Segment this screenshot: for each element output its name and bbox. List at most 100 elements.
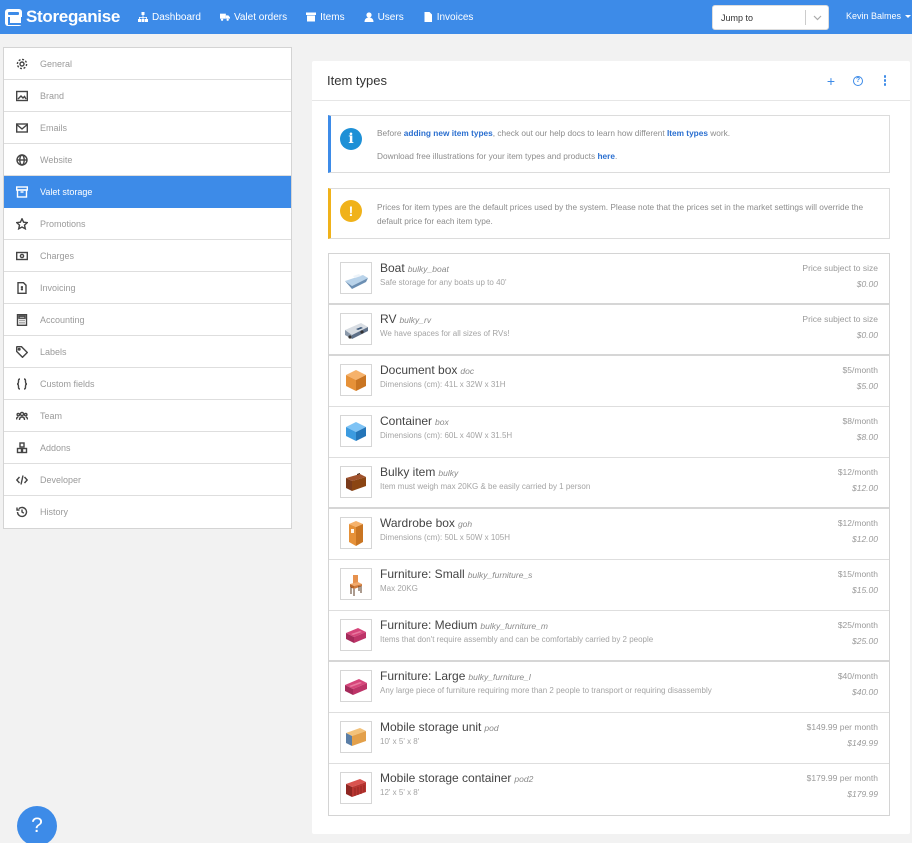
item-type-row[interactable]: Bulky item bulky Item must weigh max 20KG…	[329, 458, 889, 509]
info-text: Before	[377, 128, 404, 138]
sidebar-item-general[interactable]: General	[4, 48, 291, 80]
help-chat-button[interactable]: ?	[17, 806, 57, 843]
user-menu[interactable]: Kevin Balmes	[846, 11, 912, 21]
box-icon	[15, 185, 28, 198]
item-name: Container	[380, 414, 433, 428]
nav-dashboard[interactable]: Dashboard	[138, 12, 201, 23]
sidebar-item-charges[interactable]: Charges	[4, 240, 291, 272]
nav-users[interactable]: Users	[364, 12, 404, 23]
item-type-row[interactable]: Container box Dimensions (cm): 60L x 40W …	[329, 407, 889, 458]
item-name: Wardrobe box	[380, 516, 455, 530]
sidebar-item-label: Charges	[40, 250, 75, 261]
sidebar-item-label: Developer	[40, 474, 82, 485]
item-code: doc	[460, 366, 475, 376]
sidebar-item-label: Addons	[40, 442, 71, 453]
top-navbar: Storeganise Dashboard Valet orders Items…	[0, 0, 912, 34]
jump-to-select[interactable]: Jump to	[712, 5, 829, 30]
item-type-name: Container box	[380, 414, 449, 428]
adding-new-item-types-link[interactable]: adding new item types	[404, 128, 493, 138]
tags-icon	[15, 345, 28, 358]
envelope-icon	[15, 121, 28, 134]
sidebar-item-website[interactable]: Website	[4, 144, 291, 176]
sidebar-item-invoicing[interactable]: Invoicing	[4, 272, 291, 304]
item-type-name: Furniture: Medium bulky_furniture_m	[380, 618, 548, 632]
brand-name: Storeganise	[26, 7, 121, 26]
item-type-default-price: $149.99	[847, 738, 878, 748]
sidebar-item-promotions[interactable]: Promotions	[4, 208, 291, 240]
chevron-down-icon[interactable]	[806, 15, 828, 21]
help-button[interactable]: ?	[853, 75, 863, 87]
info-circle-icon: i	[340, 128, 362, 150]
item-type-row[interactable]: Furniture: Large bulky_furniture_l Any la…	[329, 662, 889, 713]
file-icon	[424, 12, 432, 22]
item-type-row[interactable]: Mobile storage container pod2 12' x 5' x …	[329, 764, 889, 815]
sidebar-item-label: Accounting	[40, 314, 85, 325]
nav-invoices[interactable]: Invoices	[423, 12, 473, 23]
user-name: Kevin Balmes	[846, 11, 902, 21]
item-type-row[interactable]: Mobile storage unit pod 10' x 5' x 8' $14…	[329, 713, 889, 764]
rv-icon	[345, 323, 368, 339]
item-type-description: Max 20KG	[380, 584, 418, 593]
sidebar-item-label: Valet storage	[40, 186, 93, 197]
item-thumbnail	[340, 262, 372, 294]
warning-alert-text: Prices for item types are the default pr…	[377, 202, 864, 226]
sidebar-item-history[interactable]: History	[4, 496, 291, 528]
info-text: work.	[707, 128, 731, 138]
item-code: pod	[484, 723, 499, 733]
sidebar-item-emails[interactable]: Emails	[4, 112, 291, 144]
suitcase-icon	[346, 473, 366, 491]
code-icon	[15, 473, 28, 486]
sidebar-item-accounting[interactable]: Accounting	[4, 304, 291, 336]
item-type-name: Furniture: Small bulky_furniture_s	[380, 567, 532, 581]
vertical-dots-icon	[883, 74, 887, 86]
item-type-row[interactable]: Document box doc Dimensions (cm): 41L x 3…	[329, 356, 889, 407]
item-thumbnail	[340, 364, 372, 396]
item-thumbnail	[340, 670, 372, 702]
item-type-description: 12' x 5' x 8'	[380, 788, 420, 797]
item-type-price: Price subject to size	[802, 263, 878, 273]
sidebar-item-team[interactable]: Team	[4, 400, 291, 432]
item-name: Boat	[380, 261, 405, 275]
add-item-type-button[interactable]: +	[826, 74, 836, 88]
item-code: box	[435, 417, 449, 427]
sidebar-item-labels[interactable]: Labels	[4, 336, 291, 368]
nav-valet-orders-label: Valet orders	[233, 11, 288, 23]
archive-icon	[306, 12, 317, 22]
item-type-row[interactable]: Furniture: Small bulky_furniture_s Max 20…	[329, 560, 889, 611]
sidebar-item-brand[interactable]: Brand	[4, 80, 291, 112]
illustrations-here-link[interactable]: here	[597, 151, 615, 161]
item-type-row[interactable]: Boat bulky_boat Safe storage for any boat…	[329, 254, 889, 305]
invoice-icon	[15, 281, 28, 294]
item-code: bulky	[438, 468, 459, 478]
nav-items-label: Items	[320, 11, 345, 23]
nav-items[interactable]: Items	[306, 11, 345, 23]
item-type-default-price: $12.00	[852, 483, 878, 493]
item-type-name: Mobile storage unit pod	[380, 720, 499, 734]
calculator-icon	[15, 313, 28, 326]
sidebar-item-label: Website	[40, 154, 73, 165]
sidebar-item-addons[interactable]: Addons	[4, 432, 291, 464]
item-type-description: We have spaces for all sizes of RVs!	[380, 329, 510, 338]
item-name: Bulky item	[380, 465, 436, 479]
sidebar-item-custom-fields[interactable]: Custom fields	[4, 368, 291, 400]
item-type-price: Price subject to size	[802, 314, 878, 324]
exclamation-circle-icon: !	[340, 200, 362, 222]
globe-icon	[15, 153, 28, 166]
item-type-row[interactable]: RV bulky_rv We have spaces for all sizes …	[329, 305, 889, 356]
item-type-name: Boat bulky_boat	[380, 261, 449, 275]
nav-valet-orders[interactable]: Valet orders	[219, 11, 288, 23]
item-type-price: $179.99 per month	[806, 773, 878, 783]
armchair-icon	[346, 628, 366, 643]
more-options-button[interactable]	[880, 75, 890, 87]
item-types-link[interactable]: Item types	[667, 128, 708, 138]
item-type-price: $15/month	[837, 569, 878, 579]
gear-icon	[15, 57, 28, 70]
item-code: bulky_furniture_s	[467, 570, 533, 580]
item-type-row[interactable]: Furniture: Medium bulky_furniture_m Items…	[329, 611, 889, 662]
info-text: , check out our help docs to learn how d…	[492, 128, 667, 138]
item-type-row[interactable]: Wardrobe box goh Dimensions (cm): 50L x 5…	[329, 509, 889, 560]
sidebar-item-developer[interactable]: Developer	[4, 464, 291, 496]
info-alert-line-2: Download free illustrations for your ite…	[377, 149, 875, 163]
brand-logo[interactable]: Storeganise	[5, 7, 120, 27]
sidebar-item-valet-storage[interactable]: Valet storage	[4, 176, 291, 208]
